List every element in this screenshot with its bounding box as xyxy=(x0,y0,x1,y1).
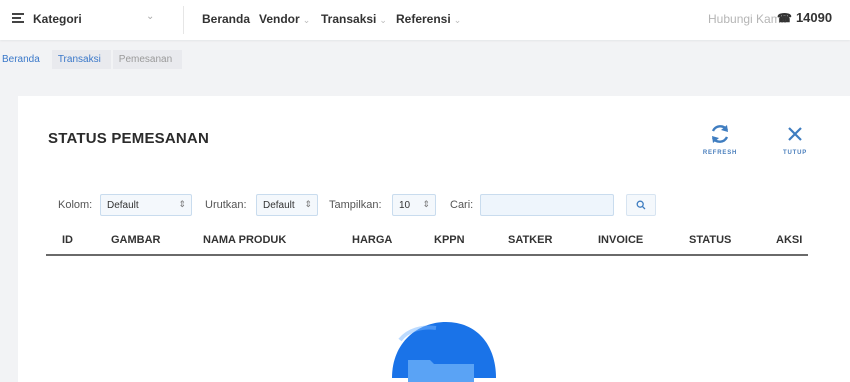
close-icon xyxy=(770,122,820,148)
column-header-invoice[interactable]: INVOICE xyxy=(598,234,643,246)
column-label: Kolom: xyxy=(58,199,93,211)
column-header-id[interactable]: ID xyxy=(62,234,73,246)
contact-label: Hubungi Kami: xyxy=(708,12,787,26)
nav-transaksi[interactable]: Transaksi ⌄ xyxy=(321,12,387,26)
refresh-icon xyxy=(695,122,745,148)
search-icon xyxy=(636,200,646,210)
sort-select[interactable]: Default ⇕ xyxy=(256,194,318,216)
phone-number[interactable]: ☎ 14090 xyxy=(777,10,832,25)
chevron-down-icon: ⌄ xyxy=(379,15,387,25)
table-header: ID GAMBAR NAMA PRODUK HARGA KPPN SATKER … xyxy=(46,226,808,256)
chevron-down-icon[interactable]: ⌄ xyxy=(146,11,154,22)
column-header-image[interactable]: GAMBAR xyxy=(111,234,161,246)
column-header-kppn[interactable]: KPPN xyxy=(434,234,465,246)
chevron-down-icon: ⌄ xyxy=(453,15,462,25)
column-select[interactable]: Default ⇕ xyxy=(100,194,192,216)
nav-vendor[interactable]: Vendor ⌄ xyxy=(259,12,310,26)
phone-icon: ☎ xyxy=(777,11,792,25)
column-header-price[interactable]: HARGA xyxy=(352,234,392,246)
status-card: STATUS PEMESANAN REFRESH TUTUP Kolom: De… xyxy=(18,96,850,382)
column-header-status[interactable]: STATUS xyxy=(689,234,731,246)
page-title: STATUS PEMESANAN xyxy=(48,130,209,147)
select-arrow-icon: ⇕ xyxy=(422,199,430,209)
column-header-product-name[interactable]: NAMA PRODUK xyxy=(203,234,286,246)
column-header-satker[interactable]: SATKER xyxy=(508,234,552,246)
empty-folder-icon xyxy=(392,322,496,382)
close-button[interactable]: TUTUP xyxy=(770,122,820,156)
divider xyxy=(183,6,184,34)
category-dropdown-label[interactable]: Kategori xyxy=(33,12,82,26)
breadcrumb: Beranda Transaksi Pemesanan xyxy=(0,48,184,70)
page-size-select[interactable]: 10 ⇕ xyxy=(392,194,436,216)
column-header-action[interactable]: AKSI xyxy=(776,234,802,246)
top-navbar: Kategori ⌄ Beranda Vendor ⌄ Transaksi ⌄ Re… xyxy=(0,0,850,40)
menu-icon[interactable] xyxy=(12,13,24,23)
refresh-button[interactable]: REFRESH xyxy=(695,122,745,156)
nav-referensi[interactable]: Referensi ⌄ xyxy=(396,12,461,26)
show-label: Tampilkan: xyxy=(329,199,382,211)
breadcrumb-item-pemesanan: Pemesanan xyxy=(112,49,183,69)
breadcrumb-item-beranda[interactable]: Beranda xyxy=(0,50,50,69)
select-arrow-icon: ⇕ xyxy=(304,199,312,209)
breadcrumb-item-transaksi[interactable]: Transaksi xyxy=(51,49,111,69)
search-label: Cari: xyxy=(450,199,474,211)
search-input[interactable] xyxy=(480,194,614,216)
search-button[interactable] xyxy=(626,194,656,216)
chevron-down-icon: ⌄ xyxy=(302,15,311,25)
select-arrow-icon: ⇕ xyxy=(178,199,186,209)
sort-label: Urutkan: xyxy=(205,199,247,211)
close-label: TUTUP xyxy=(783,150,807,156)
nav-beranda[interactable]: Beranda xyxy=(202,12,250,26)
refresh-label: REFRESH xyxy=(702,150,738,156)
